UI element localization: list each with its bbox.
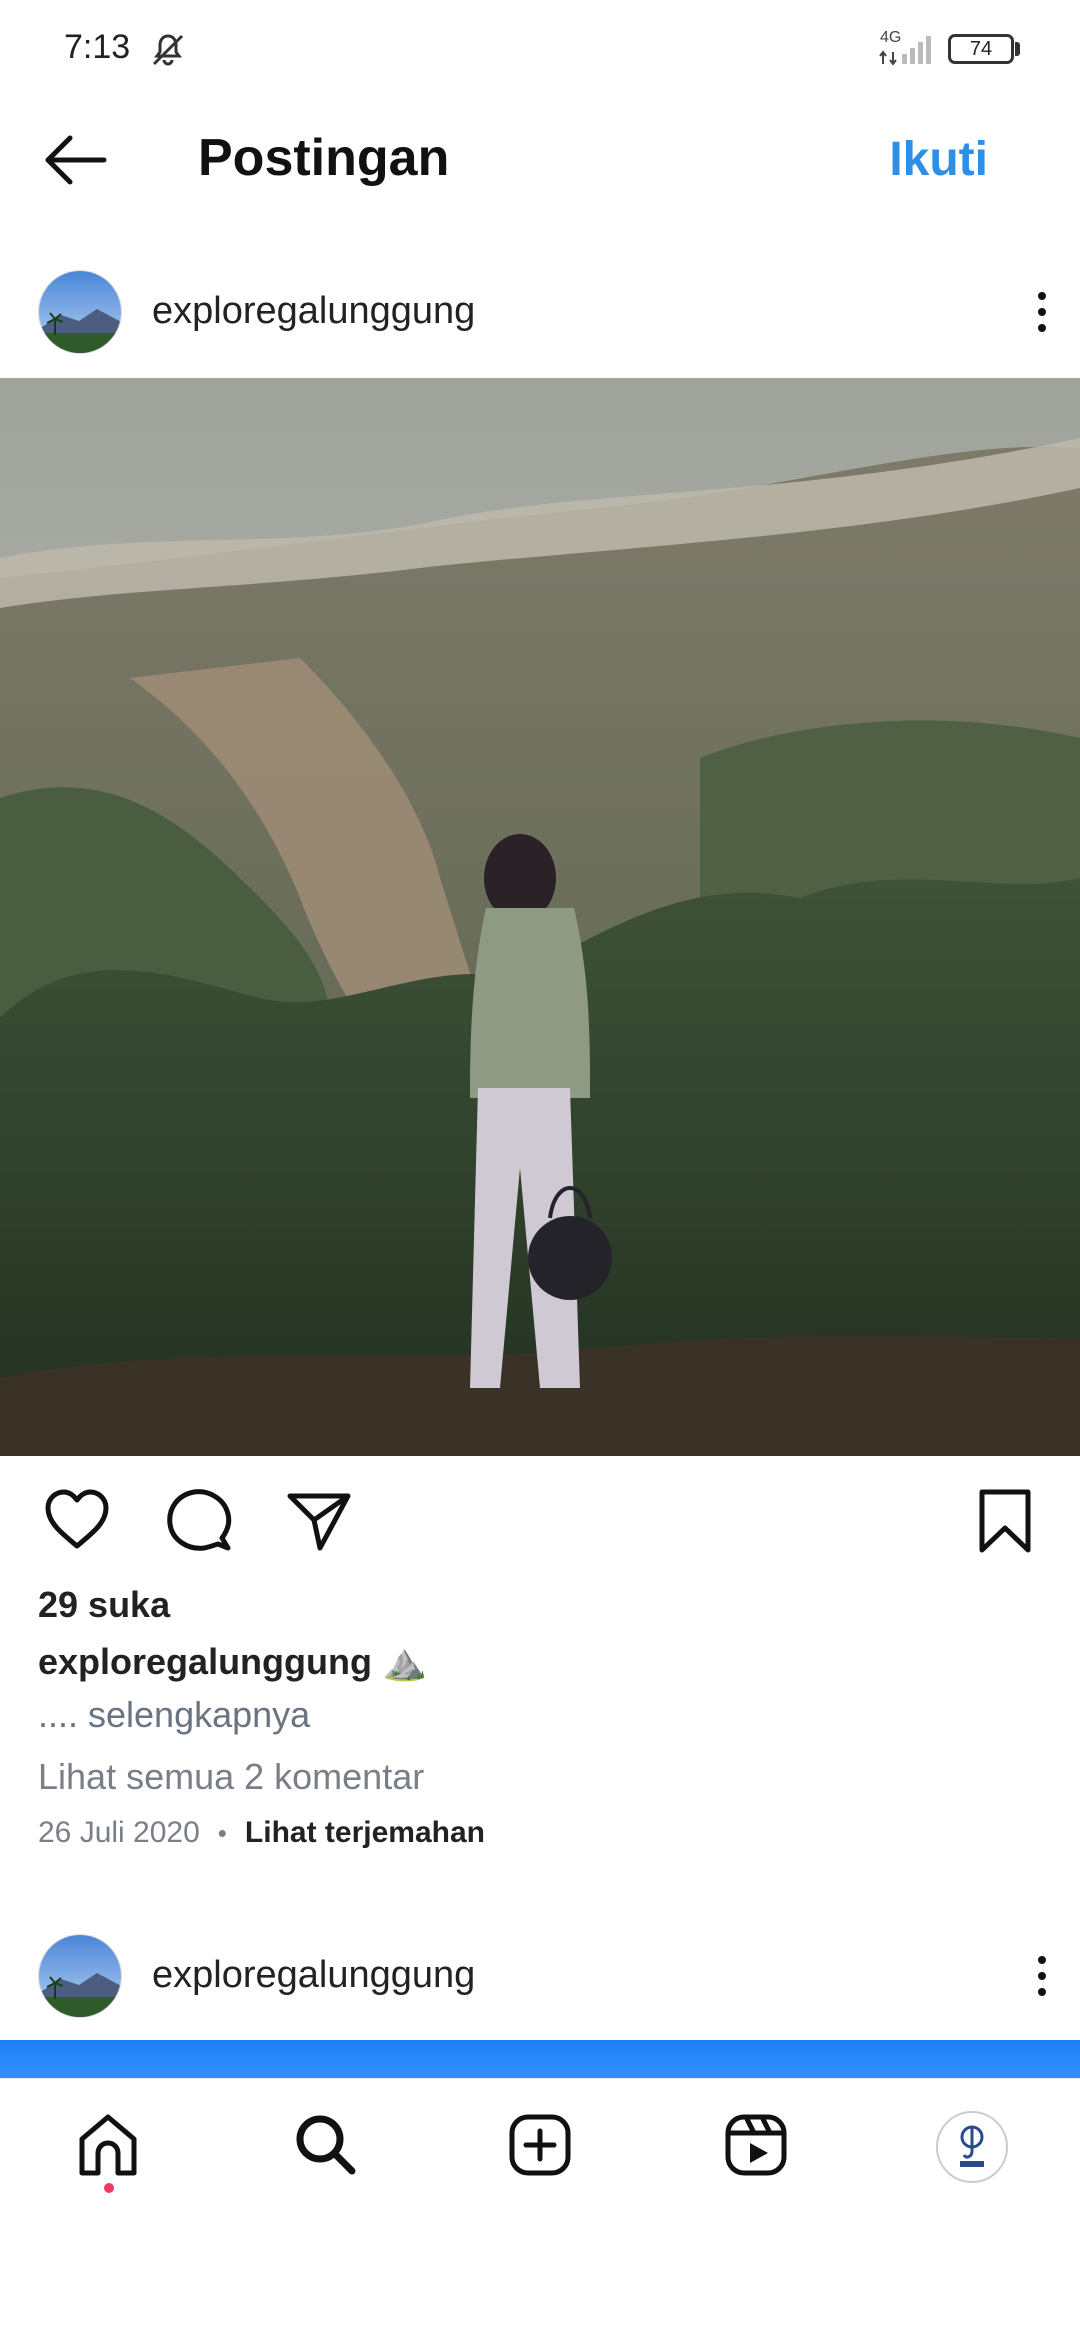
translate-link[interactable]: Lihat terjemahan: [245, 1816, 485, 1850]
battery-tip: [1015, 42, 1020, 56]
home-icon[interactable]: [72, 2109, 144, 2181]
status-time: 7:13: [64, 28, 131, 66]
avatar[interactable]: [38, 1934, 122, 2018]
battery-indicator: 74: [948, 34, 1014, 64]
bookmark-icon[interactable]: [970, 1486, 1040, 1556]
post-actions: [0, 1456, 1080, 1586]
caption: exploregalunggung ⛰️: [38, 1641, 427, 1683]
more-vertical-icon[interactable]: [1030, 282, 1054, 342]
search-icon[interactable]: [290, 2109, 362, 2181]
next-post-image[interactable]: [0, 2040, 1080, 2078]
post-date: 26 Juli 2020: [38, 1816, 200, 1849]
avatar[interactable]: [38, 270, 122, 354]
notification-dot: [104, 2183, 114, 2193]
caption-emoji: ⛰️: [382, 1641, 427, 1682]
post-meta: 26 Juli 2020 • Lihat terjemahan: [38, 1816, 485, 1850]
caption-more-link[interactable]: .... selengkapnya: [38, 1694, 310, 1736]
send-icon[interactable]: [284, 1486, 354, 1556]
signal-icon: [879, 36, 931, 66]
page-title: Postingan: [198, 129, 450, 187]
mute-notification-icon: [152, 34, 184, 66]
comment-icon[interactable]: [164, 1486, 234, 1556]
post-image[interactable]: [0, 378, 1080, 1456]
follow-button[interactable]: Ikuti: [889, 132, 988, 187]
status-bar: 7:13 4G 74: [0, 0, 1080, 100]
bottom-navigation: [0, 2078, 1080, 2340]
heart-icon[interactable]: [42, 1486, 112, 1556]
post-header: exploregalunggung: [0, 250, 1080, 376]
caption-username[interactable]: exploregalunggung: [38, 1641, 372, 1683]
next-post-header: exploregalunggung: [0, 1914, 1080, 2040]
meta-separator: •: [217, 1817, 227, 1848]
more-vertical-icon[interactable]: [1030, 1946, 1054, 2006]
profile-avatar-icon[interactable]: [936, 2111, 1008, 2183]
plus-square-icon[interactable]: [504, 2109, 576, 2181]
top-navigation: Postingan Ikuti: [0, 100, 1080, 220]
arrow-left-icon[interactable]: [40, 124, 112, 196]
likes-count[interactable]: 29 suka: [38, 1584, 170, 1626]
reels-icon[interactable]: [720, 2109, 792, 2181]
post-username[interactable]: exploregalunggung: [152, 1954, 475, 1997]
view-comments-link[interactable]: Lihat semua 2 komentar: [38, 1756, 424, 1798]
post-username[interactable]: exploregalunggung: [152, 290, 475, 333]
